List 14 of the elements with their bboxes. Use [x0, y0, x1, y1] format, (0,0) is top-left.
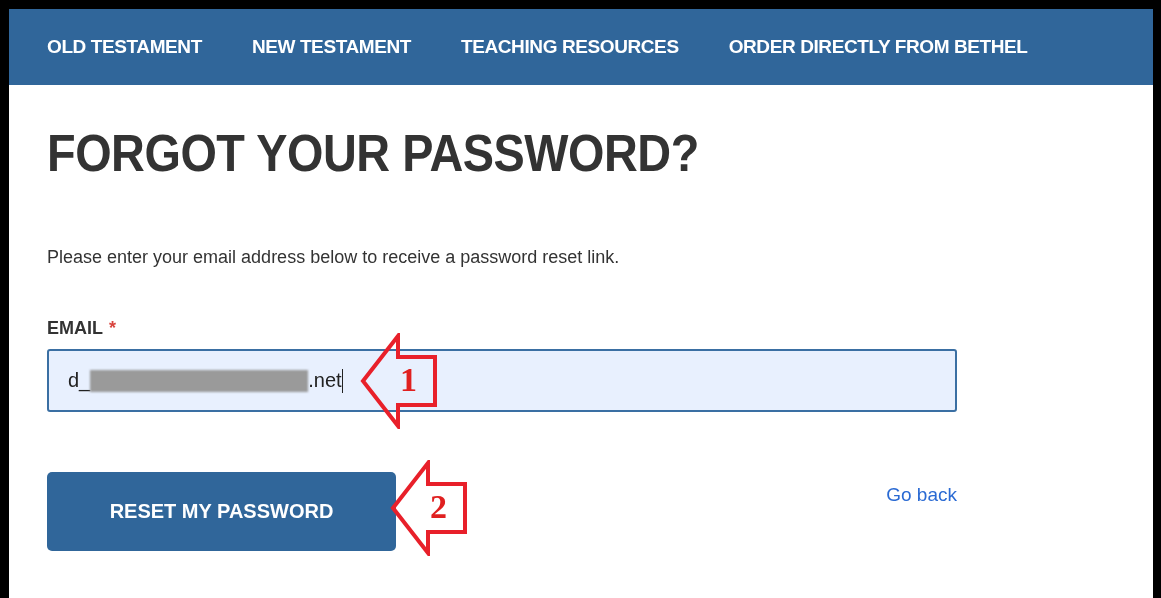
nav-link[interactable]: TEACHING RESOURCES — [461, 36, 679, 58]
callout-number: 2 — [430, 488, 447, 526]
nav-link[interactable]: OLD TESTAMENT — [47, 36, 202, 58]
nav-link[interactable]: NEW TESTAMENT — [251, 36, 411, 58]
callout-number: 1 — [400, 361, 417, 399]
page-title: FORGOT YOUR PASSWORD? — [47, 123, 700, 183]
reset-password-button[interactable]: RESET MY PASSWORD — [47, 472, 396, 551]
instruction-text: Please enter your email address below to receive a password reset link. — [47, 247, 621, 268]
field-label: EMAIL — [47, 318, 103, 339]
callout-arrow-icon — [390, 460, 468, 556]
go-back-link[interactable]: Go back — [886, 484, 957, 506]
nav-link[interactable]: ORDER DIRECTLY FROM BETHEL — [728, 36, 1028, 58]
required-mark: * — [109, 318, 116, 339]
callout-arrow-icon — [360, 333, 438, 429]
